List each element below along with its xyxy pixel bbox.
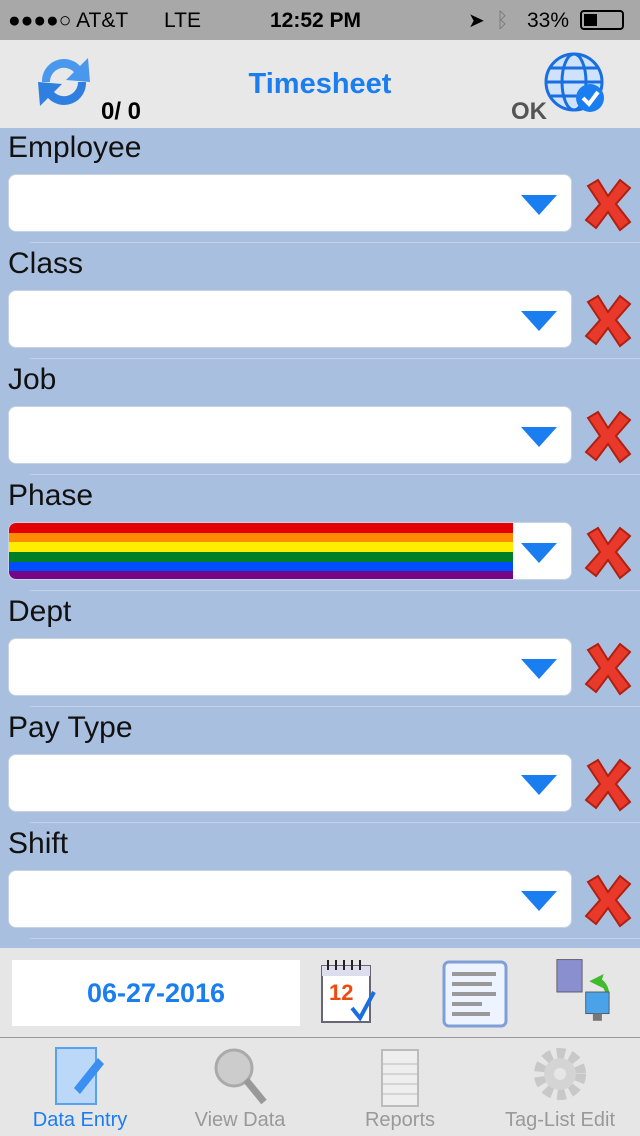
row-divider: [30, 706, 640, 707]
battery-percent: 33%: [527, 9, 570, 32]
dropdown-arrow-icon[interactable]: [521, 427, 557, 447]
clear-x-icon[interactable]: [582, 756, 634, 812]
field-row-dept: Dept: [0, 592, 640, 708]
clear-x-icon[interactable]: [582, 408, 634, 464]
timesheet-form: Employee Class Job Phase Dept Pay Type S…: [0, 128, 640, 948]
rainbow-stripe: [9, 532, 513, 543]
rainbow-stripe: [9, 542, 513, 552]
rainbow-fill: [9, 523, 513, 579]
dropdown-field[interactable]: [8, 522, 572, 580]
dropdown-arrow-icon[interactable]: [521, 891, 557, 911]
tab-reports[interactable]: Reports: [320, 1038, 480, 1136]
field-label: Class: [8, 247, 84, 280]
row-divider: [30, 242, 640, 243]
connection-status: OK: [511, 98, 547, 125]
row-divider: [30, 822, 640, 823]
row-divider: [30, 590, 640, 591]
notepad-icon: [381, 1049, 419, 1107]
clear-x-icon[interactable]: [582, 292, 634, 348]
dropdown-arrow-icon[interactable]: [521, 543, 557, 563]
dropdown-arrow-icon[interactable]: [521, 195, 557, 215]
data-entry-icon: [55, 1047, 104, 1105]
dropdown-field[interactable]: [8, 754, 572, 812]
magnifier-icon: [214, 1048, 267, 1105]
clear-x-icon[interactable]: [582, 640, 634, 696]
dropdown-field[interactable]: [8, 174, 572, 232]
dropdown-field[interactable]: [8, 290, 572, 348]
row-divider: [30, 938, 640, 939]
tab-label: Reports: [364, 1109, 436, 1131]
clock: 12:52 PM: [270, 9, 362, 32]
dropdown-field[interactable]: [8, 638, 572, 696]
tab-bar: Data Entry View Data Reports Tag-List Edit: [0, 1038, 640, 1136]
tab-label: Data Entry: [32, 1109, 128, 1131]
location-icon: ➤: [468, 10, 485, 32]
dropdown-field[interactable]: [8, 406, 572, 464]
field-label: Phase: [8, 479, 94, 512]
field-label: Pay Type: [8, 711, 133, 744]
row-divider: [30, 358, 640, 359]
dropdown-arrow-icon[interactable]: [521, 311, 557, 331]
tab-view-data[interactable]: View Data: [160, 1038, 320, 1136]
tab-data-entry[interactable]: Data Entry: [0, 1038, 160, 1136]
clear-x-icon[interactable]: [582, 176, 634, 232]
sync-counter: 0/ 0: [101, 98, 142, 125]
status-bar: ●●●●○ AT&T LTE 12:52 PM ➤ ᛒ 33%: [0, 0, 640, 40]
globe-check-icon[interactable]: [544, 52, 608, 116]
battery-icon: [580, 10, 624, 30]
notes-list-icon[interactable]: [442, 956, 508, 1028]
database-transfer-icon[interactable]: [550, 956, 616, 1028]
dropdown-arrow-icon[interactable]: [521, 775, 557, 795]
clear-x-icon[interactable]: [582, 524, 634, 580]
bluetooth-icon: ᛒ: [496, 9, 509, 32]
rainbow-stripe: [9, 571, 513, 579]
field-label: Job: [8, 363, 57, 396]
rainbow-stripe: [9, 551, 513, 562]
carrier: ●●●●○ AT&T: [8, 9, 129, 32]
svg-text:12: 12: [329, 980, 353, 1005]
calendar-icon[interactable]: 12: [316, 956, 382, 1028]
bottom-toolbar: 06-27-2016 12: [0, 948, 640, 1038]
dropdown-field[interactable]: [8, 870, 572, 928]
field-row-class: Class: [0, 244, 640, 360]
rainbow-stripe: [9, 561, 513, 572]
row-divider: [30, 474, 640, 475]
clear-x-icon[interactable]: [582, 872, 634, 928]
date-field[interactable]: 06-27-2016: [12, 960, 300, 1026]
field-row-pay-type: Pay Type: [0, 708, 640, 824]
field-label: Dept: [8, 595, 72, 628]
rainbow-stripe: [9, 523, 513, 533]
field-row-job: Job: [0, 360, 640, 476]
dropdown-arrow-icon[interactable]: [521, 659, 557, 679]
nav-bar: 0/ 0 Timesheet OK: [0, 40, 640, 128]
tab-label: View Data: [194, 1109, 286, 1131]
field-row-phase: Phase: [0, 476, 640, 592]
field-label: Shift: [8, 827, 69, 860]
field-label: Employee: [8, 131, 142, 164]
field-row-shift: Shift: [0, 824, 640, 940]
tab-tag-list-edit[interactable]: Tag-List Edit: [480, 1038, 640, 1136]
field-row-employee: Employee: [0, 128, 640, 244]
gear-icon: [534, 1048, 586, 1100]
tab-label: Tag-List Edit: [504, 1109, 616, 1131]
network: LTE: [164, 9, 201, 32]
